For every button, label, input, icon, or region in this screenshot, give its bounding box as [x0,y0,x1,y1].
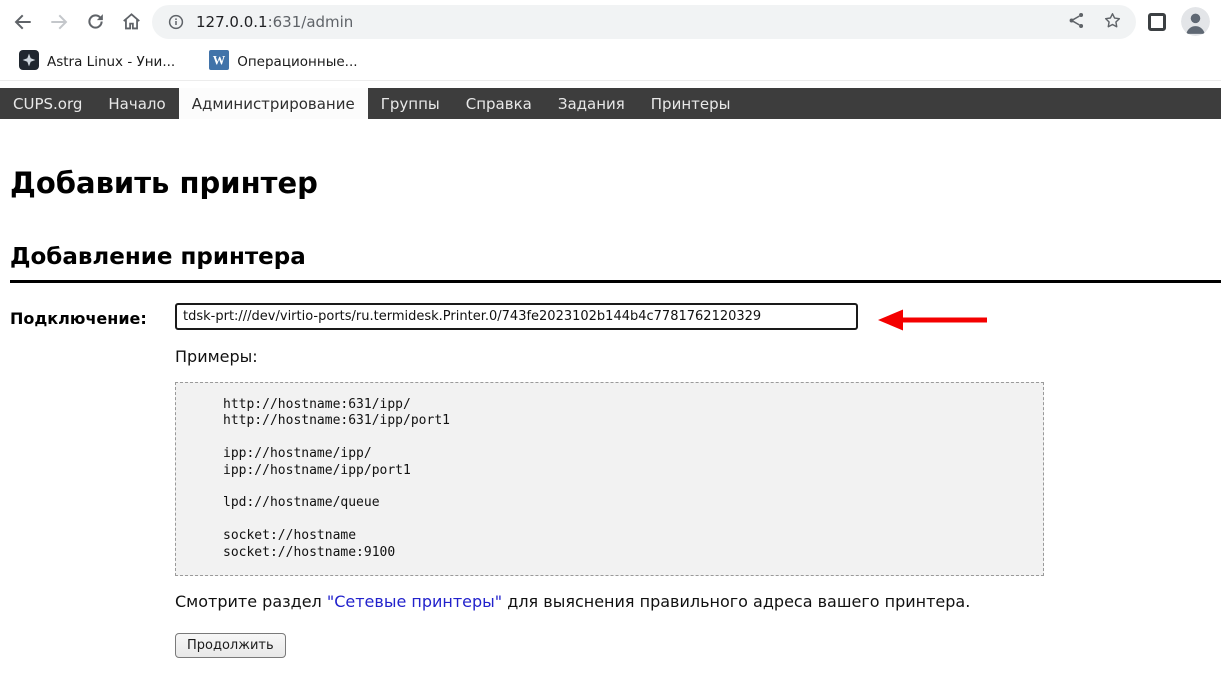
nav-cups-org[interactable]: CUPS.org [0,88,95,119]
forward-icon [48,11,70,36]
forward-button[interactable] [44,8,74,38]
see-text-after: для выяснения правильного адреса вашего … [502,592,970,611]
nav-classes[interactable]: Группы [368,88,453,119]
url-host: 127.0.0.1 [196,13,268,31]
continue-button[interactable]: Продолжить [175,633,286,658]
connection-input[interactable] [175,303,858,330]
annotation-arrow-icon [873,306,991,338]
back-icon [12,11,34,36]
page-content: Добавить принтер Добавление принтера Под… [0,166,1221,658]
examples-label: Примеры: [175,347,1221,366]
profile-avatar[interactable] [1181,7,1210,36]
nav-home[interactable]: Начало [95,88,178,119]
examples-box: http://hostname:631/ipp/ http://hostname… [175,382,1044,576]
nav-jobs[interactable]: Задания [545,88,638,119]
url-text: 127.0.0.1:631/admin [196,13,353,31]
bookmark-astra-linux[interactable]: Astra Linux - Уни... [13,47,181,77]
url-path: :631/admin [268,13,354,31]
bookmarks-bar: Astra Linux - Уни... W Операционные... [0,45,1221,79]
share-icon[interactable] [1068,12,1085,33]
nav-administration[interactable]: Администрирование [179,88,368,119]
reload-icon [85,11,106,35]
network-printers-link[interactable]: "Сетевые принтеры" [327,592,502,611]
bookmark-label: Astra Linux - Уни... [47,54,175,70]
astra-linux-icon [19,50,39,74]
see-text-before: Смотрите раздел [175,592,327,611]
home-button[interactable] [116,8,146,38]
svg-text:W: W [213,54,226,68]
reload-button[interactable] [80,8,110,38]
connection-label: Подключение: [10,303,175,330]
address-bar[interactable]: 127.0.0.1:631/admin [152,5,1136,39]
bookmark-wikipedia[interactable]: W Операционные... [203,47,363,77]
nav-help[interactable]: Справка [453,88,545,119]
nav-printers[interactable]: Принтеры [638,88,744,119]
browser-chrome: 127.0.0.1:631/admin Astra Linux - Уни...… [0,0,1221,81]
page-title: Добавить принтер [10,166,1221,200]
bookmark-star-icon[interactable] [1103,11,1122,34]
home-icon [121,11,142,35]
back-button[interactable] [8,8,38,38]
see-section-text: Смотрите раздел "Сетевые принтеры" для в… [175,592,1221,611]
connection-row: Подключение: [10,303,1221,330]
side-panel-icon[interactable] [1148,13,1166,31]
bookmark-label: Операционные... [237,54,357,70]
add-printer-form: Подключение: Примеры: http://hostname:63… [10,303,1221,658]
section-title: Добавление принтера [10,244,1221,283]
wikipedia-icon: W [209,50,229,74]
site-info-icon[interactable] [168,14,184,30]
cups-navbar: CUPS.org Начало Администрирование Группы… [0,88,1221,119]
